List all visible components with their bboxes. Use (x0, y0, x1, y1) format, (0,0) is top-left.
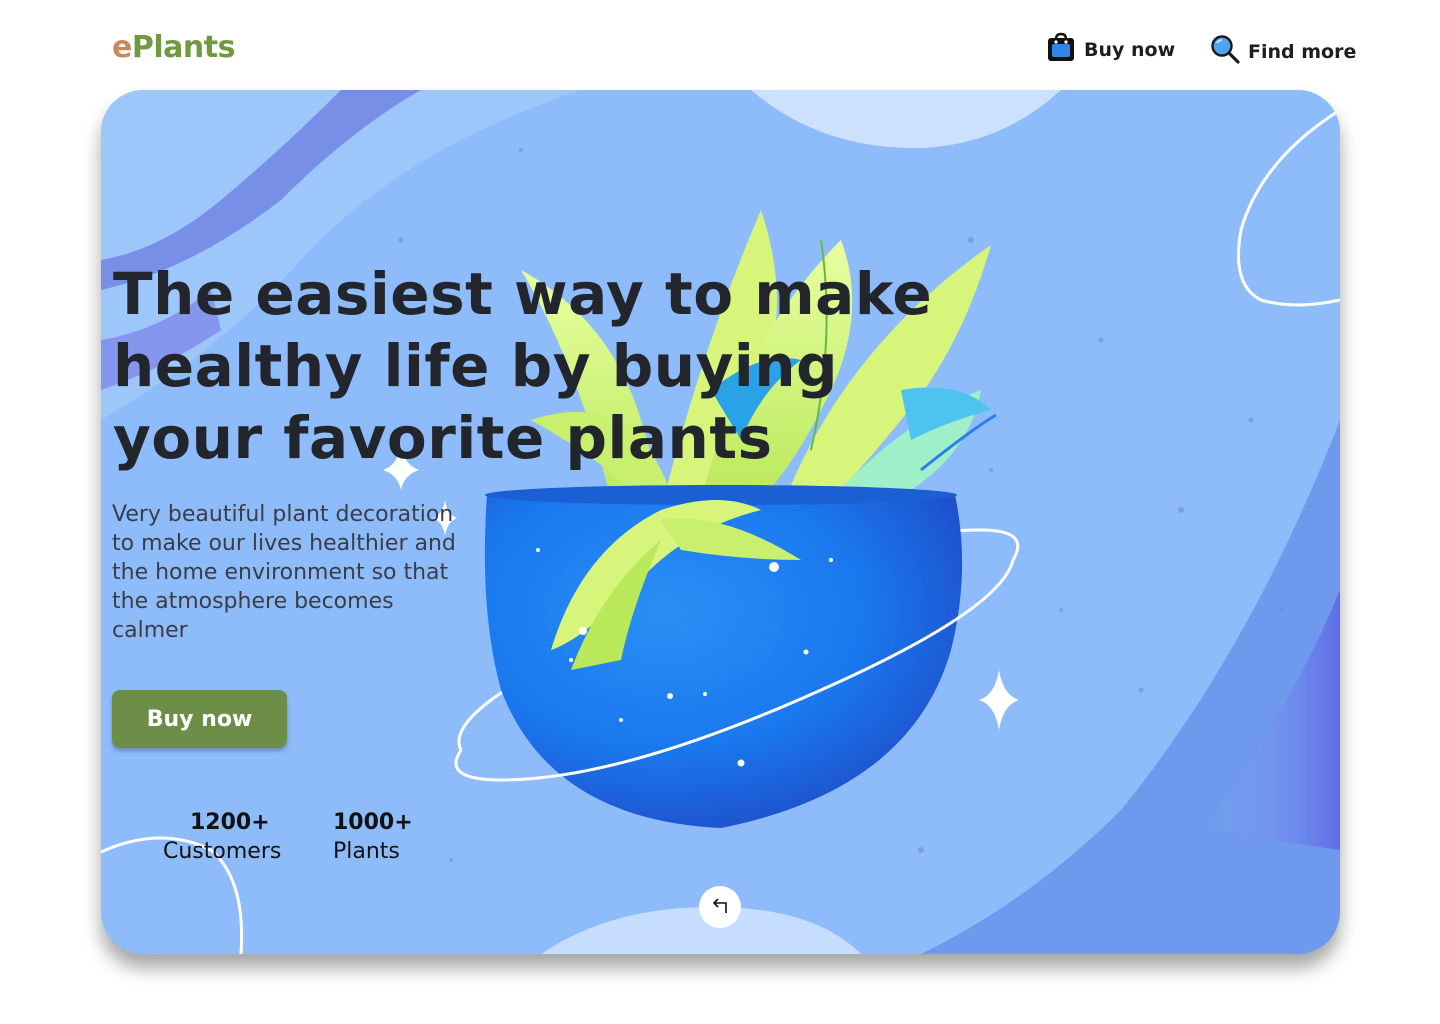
headline-line: The easiest way to make (113, 260, 933, 328)
stat-value: 1200+ (190, 810, 270, 835)
headline-line: your favorite plants (113, 404, 773, 472)
hero-buy-now-button[interactable]: Buy now (112, 690, 287, 748)
hero-description: Very beautiful plant decoration to make … (112, 500, 507, 645)
brand-logo[interactable]: ePlants (112, 30, 235, 65)
stat-customers: 1200+ Customers (163, 808, 281, 866)
stat-label: Customers (163, 839, 282, 864)
hero-headline: The easiest way to make healthy life by … (113, 258, 973, 474)
nav-buy-now-label: Buy now (1084, 38, 1176, 61)
search-icon (1210, 34, 1240, 69)
description-line: the home environment so that (112, 560, 449, 585)
shopping-bag-icon (1046, 32, 1076, 67)
description-line: Very beautiful plant decoration (112, 502, 454, 527)
description-line: calmer (112, 618, 188, 643)
nav-find-more-link[interactable]: Find more (1210, 34, 1356, 69)
nav-buy-now-link[interactable]: Buy now (1046, 32, 1175, 67)
logo-prefix: e (112, 30, 132, 65)
return-arrow-icon (709, 895, 731, 920)
logo-text: Plants (131, 30, 236, 65)
nav-find-more-label: Find more (1248, 40, 1357, 63)
hero-banner: The easiest way to make healthy life by … (101, 90, 1340, 954)
stat-plants: 1000+ Plants (333, 808, 413, 866)
description-line: the atmosphere becomes (112, 589, 394, 614)
back-button[interactable] (699, 886, 741, 928)
headline-line: healthy life by buying (113, 332, 839, 400)
stat-label: Plants (333, 839, 400, 864)
description-line: to make our lives healthier and (112, 531, 456, 556)
stat-value: 1000+ (333, 810, 413, 835)
